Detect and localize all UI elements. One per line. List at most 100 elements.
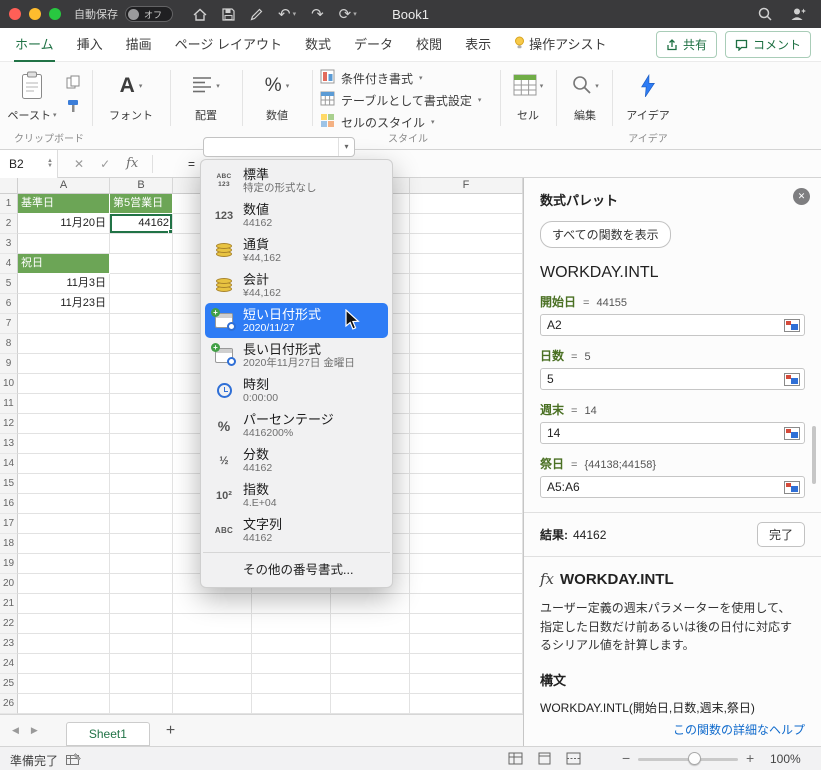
row-header-25[interactable]: 25 [0, 674, 18, 694]
number-format-button[interactable]: % ▾ 数値 [250, 68, 304, 123]
cell-C26[interactable] [173, 694, 252, 714]
cell-F25[interactable] [410, 674, 523, 694]
cell-B7[interactable] [110, 314, 173, 334]
format-item-long-date[interactable]: + 長い日付形式 2020年11月27日 金曜日 [205, 338, 388, 373]
done-button[interactable]: 完了 [756, 522, 805, 547]
cell-B1[interactable]: 第5営業日 [110, 194, 173, 214]
next-sheet-icon[interactable]: ▶ [31, 725, 38, 736]
cell-B23[interactable] [110, 634, 173, 654]
function-help-link[interactable]: この関数の詳細なヘルプ [673, 721, 805, 738]
cell-C25[interactable] [173, 674, 252, 694]
cell-C23[interactable] [173, 634, 252, 654]
row-header-2[interactable]: 2 [0, 214, 18, 234]
row-header-5[interactable]: 5 [0, 274, 18, 294]
more-number-formats-item[interactable]: その他の番号書式... [201, 557, 392, 583]
cell-E26[interactable] [331, 694, 410, 714]
format-item-fraction[interactable]: ½ 分数 44162 [205, 443, 388, 478]
cell-F13[interactable] [410, 434, 523, 454]
argument-input[interactable]: 14 [540, 422, 805, 444]
cell-A21[interactable] [18, 594, 110, 614]
sheet-tab-sheet1[interactable]: Sheet1 [65, 721, 150, 746]
cell-B21[interactable] [110, 594, 173, 614]
page-break-view-icon[interactable] [566, 752, 581, 769]
cancel-icon[interactable]: ✕ [74, 157, 84, 171]
editing-button[interactable]: ▾ 編集 [562, 68, 608, 123]
cell-F11[interactable] [410, 394, 523, 414]
ribbon-tab-7[interactable]: 表示 [464, 26, 492, 63]
cell-F24[interactable] [410, 654, 523, 674]
row-header-15[interactable]: 15 [0, 474, 18, 494]
cell-B4[interactable] [110, 254, 173, 274]
zoom-window-button[interactable] [49, 8, 61, 20]
alignment-button[interactable]: ▾ 配置 [178, 68, 234, 123]
cell-E21[interactable] [331, 594, 410, 614]
ribbon-tab-5[interactable]: データ [353, 26, 394, 63]
argument-input[interactable]: A5:A6 [540, 476, 805, 498]
range-selector-icon[interactable] [784, 427, 800, 440]
edit-icon[interactable] [250, 8, 263, 21]
name-box[interactable]: B2 ▲ ▼ [0, 149, 58, 178]
cell-D22[interactable] [252, 614, 331, 634]
cell-F23[interactable] [410, 634, 523, 654]
page-layout-view-icon[interactable] [537, 752, 552, 769]
autosave-toggle[interactable]: オフ [125, 6, 173, 22]
row-header-16[interactable]: 16 [0, 494, 18, 514]
format-item-currency[interactable]: 通貨 ¥44,162 [205, 233, 388, 268]
cell-B9[interactable] [110, 354, 173, 374]
cell-A14[interactable] [18, 454, 110, 474]
cell-F18[interactable] [410, 534, 523, 554]
cell-B26[interactable] [110, 694, 173, 714]
format-as-table-button[interactable]: テーブルとして書式設定 ▾ [320, 89, 496, 111]
cell-B12[interactable] [110, 414, 173, 434]
cell-A26[interactable] [18, 694, 110, 714]
cell-B18[interactable] [110, 534, 173, 554]
cell-B24[interactable] [110, 654, 173, 674]
cell-B13[interactable] [110, 434, 173, 454]
fill-handle[interactable] [168, 229, 172, 233]
row-header-13[interactable]: 13 [0, 434, 18, 454]
cell-F7[interactable] [410, 314, 523, 334]
cell-F6[interactable] [410, 294, 523, 314]
row-header-26[interactable]: 26 [0, 694, 18, 714]
cell-A23[interactable] [18, 634, 110, 654]
refresh-icon[interactable]: ⟳ ▾ [339, 7, 357, 22]
font-button[interactable]: A ▾ フォント [100, 68, 162, 123]
cell-A2[interactable]: 11月20日 [18, 214, 110, 234]
row-header-11[interactable]: 11 [0, 394, 18, 414]
cell-A18[interactable] [18, 534, 110, 554]
cell-F8[interactable] [410, 334, 523, 354]
cell-D21[interactable] [252, 594, 331, 614]
cell-B2[interactable]: 44162 [110, 214, 173, 234]
format-item-text[interactable]: ABC 文字列 44162 [205, 513, 388, 548]
close-window-button[interactable] [9, 8, 21, 20]
cell-D26[interactable] [252, 694, 331, 714]
show-all-functions-button[interactable]: すべての関数を表示 [540, 221, 671, 248]
share-button[interactable]: 共有 [655, 31, 717, 58]
cell-B22[interactable] [110, 614, 173, 634]
column-header-B[interactable]: B [110, 178, 173, 194]
cell-A11[interactable] [18, 394, 110, 414]
cell-A10[interactable] [18, 374, 110, 394]
cell-F2[interactable] [410, 214, 523, 234]
cell-E25[interactable] [331, 674, 410, 694]
cell-F12[interactable] [410, 414, 523, 434]
copy-icon[interactable] [64, 74, 82, 90]
cell-F15[interactable] [410, 474, 523, 494]
cell-A16[interactable] [18, 494, 110, 514]
cell-B16[interactable] [110, 494, 173, 514]
cell-D24[interactable] [252, 654, 331, 674]
cell-F21[interactable] [410, 594, 523, 614]
cell-A15[interactable] [18, 474, 110, 494]
scrollbar[interactable] [812, 426, 816, 484]
ribbon-tab-3[interactable]: ページ レイアウト [174, 26, 283, 63]
undo-icon[interactable]: ↶ ▾ [278, 7, 296, 22]
redo-icon[interactable]: ↷ [311, 7, 324, 22]
ribbon-tab-2[interactable]: 描画 [125, 26, 153, 63]
row-header-18[interactable]: 18 [0, 534, 18, 554]
cell-C22[interactable] [173, 614, 252, 634]
cell-E22[interactable] [331, 614, 410, 634]
cell-B6[interactable] [110, 294, 173, 314]
row-header-12[interactable]: 12 [0, 414, 18, 434]
row-header-8[interactable]: 8 [0, 334, 18, 354]
cell-A6[interactable]: 11月23日 [18, 294, 110, 314]
